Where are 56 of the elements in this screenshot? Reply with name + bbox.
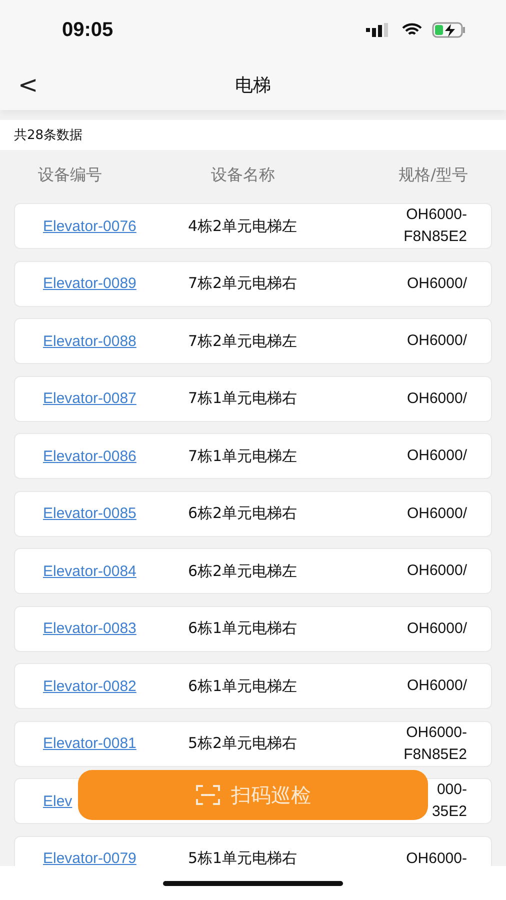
device-spec: OH6000- F8N85E2: [404, 722, 467, 764]
device-name: 5栋1单元电梯右: [187, 849, 298, 866]
elevator-row[interactable]: Elevator-0088 7栋2单元电梯左 OH6000/: [14, 318, 492, 364]
record-count: 共28条数据: [0, 120, 506, 150]
device-code-link[interactable]: Elevator-0082: [15, 678, 136, 694]
device-name: 5栋2单元电梯右: [187, 734, 298, 753]
device-name: 7栋1单元电梯左: [187, 446, 298, 466]
device-name: 7栋1单元电梯右: [187, 389, 298, 408]
elevator-row[interactable]: Elevator-0079 5栋1单元电梯右 OH6000-: [14, 836, 492, 866]
device-name: 6栋2单元电梯左: [187, 562, 298, 580]
column-header: 设备编号: [37, 164, 102, 186]
column-header: 规格/型号: [398, 164, 469, 186]
device-spec: OH6000-: [406, 848, 467, 866]
device-spec: OH6000/: [406, 331, 467, 351]
device-spec: 000- 35E2: [432, 780, 467, 822]
device-code-link[interactable]: Elevator-0089: [15, 275, 136, 292]
elevator-row[interactable]: Elevator-0084 6栋2单元电梯左 OH6000/: [14, 548, 492, 594]
elevator-row[interactable]: Elevator-0083 6栋1单元电梯右 OH6000/: [14, 606, 492, 652]
device-name: 6栋2单元电梯右: [187, 504, 298, 523]
device-code-link[interactable]: Elevator-0084: [15, 562, 136, 580]
device-spec: OH6000/: [406, 561, 467, 581]
elevator-row[interactable]: Elevator-0087 7栋1单元电梯右 OH6000/: [14, 376, 492, 422]
device-name: 7栋2单元电梯右: [187, 274, 298, 293]
elevator-row[interactable]: Elevator-0089 7栋2单元电梯右 OH6000/: [14, 260, 492, 306]
device-name: 6栋1单元电梯左: [187, 676, 298, 696]
device-name: 6栋1单元电梯右: [187, 619, 298, 638]
device-code-link[interactable]: Elevator-0079: [15, 850, 136, 866]
device-code-link[interactable]: Elev: [15, 792, 72, 810]
device-code-link[interactable]: Elevator-0087: [15, 390, 136, 407]
device-spec: OH6000/: [406, 446, 467, 466]
elevator-row[interactable]: Elevator-0086 7栋1单元电梯左 OH6000/: [14, 433, 492, 479]
device-spec: OH6000/: [406, 504, 467, 524]
column-header: 设备名称: [210, 164, 275, 186]
scan-icon: [195, 783, 221, 807]
device-code-link[interactable]: Elevator-0083: [15, 620, 136, 637]
device-code-link[interactable]: Elevator-0085: [15, 505, 136, 522]
battery-icon: [432, 22, 466, 38]
elevator-row[interactable]: Elevator-0076 4栋2单元电梯左 OH6000- F8N85E2: [14, 203, 492, 249]
elevator-row[interactable]: Elevator-0081 5栋2单元电梯右 OH6000- F8N85E2: [14, 720, 492, 766]
device-spec: OH6000/: [406, 388, 467, 408]
device-spec: OH6000- F8N85E2: [404, 205, 467, 247]
back-button[interactable]: <: [14, 72, 42, 98]
device-spec: OH6000/: [406, 618, 467, 638]
wifi-icon: [402, 23, 422, 37]
device-name: 4栋2单元电梯左: [187, 216, 298, 236]
device-code-link[interactable]: Elevator-0088: [15, 332, 136, 350]
page-title: 电梯: [235, 74, 271, 97]
device-code-link[interactable]: Elevator-0081: [15, 735, 136, 752]
elevator-row[interactable]: Elevator-0085 6栋2单元电梯右 OH6000/: [14, 490, 492, 536]
device-code-link[interactable]: Elevator-0086: [15, 448, 136, 464]
device-name: 7栋2单元电梯左: [187, 332, 298, 350]
elevator-row[interactable]: Elevator-0082 6栋1单元电梯左 OH6000/: [14, 663, 492, 709]
device-code-link[interactable]: Elevator-0076: [15, 218, 136, 234]
status-time: 09:05: [62, 18, 114, 42]
device-spec: OH6000/: [406, 274, 467, 294]
device-spec: OH6000/: [406, 676, 467, 696]
